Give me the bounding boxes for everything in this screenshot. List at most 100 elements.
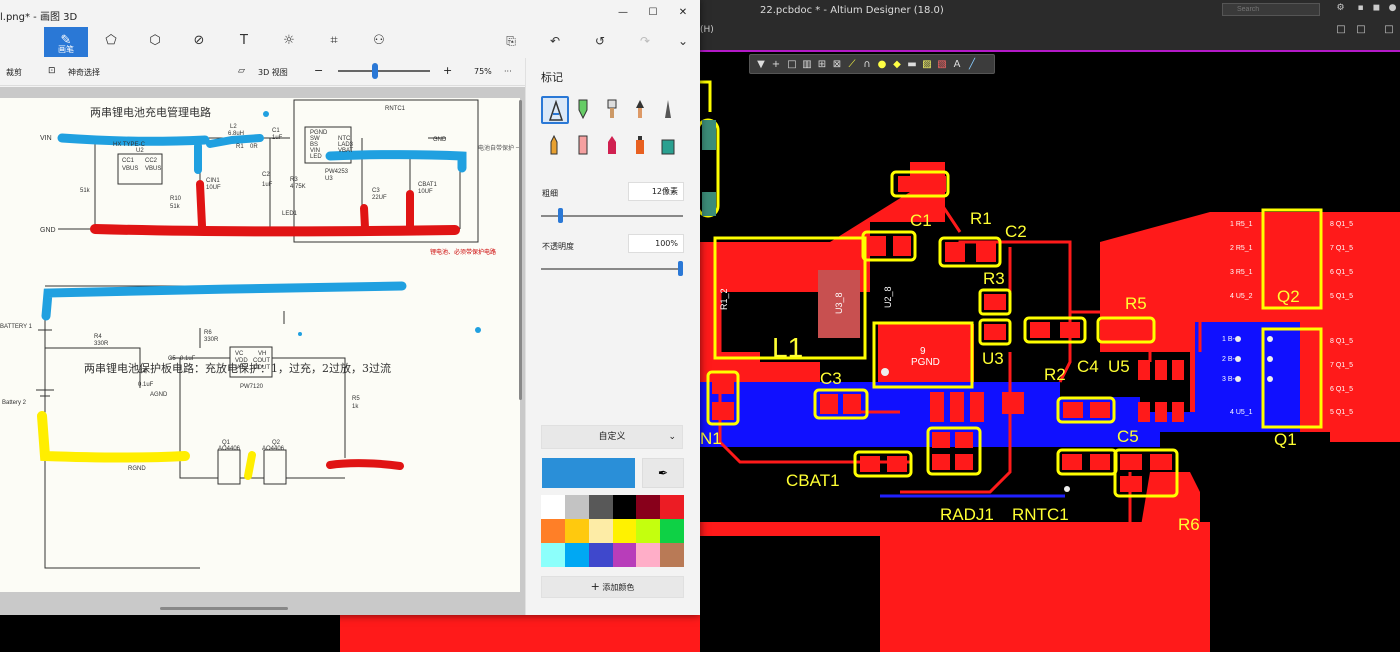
history-icon[interactable]: ↺ [591,32,609,50]
zoom-level: 75% [474,67,492,76]
color-palette [541,495,684,567]
palette-swatch[interactable] [588,519,613,543]
maximize-button[interactable]: ☐ [646,6,660,20]
palette-swatch[interactable] [636,519,661,543]
opacity-label: 不透明度 [542,242,574,251]
notification-icon[interactable]: ◼ [1372,4,1381,13]
palette-swatch[interactable] [564,495,589,519]
palette-swatch[interactable] [660,495,684,519]
palette-swatch[interactable] [612,519,637,543]
palette-swatch[interactable] [612,543,637,567]
settings-icon[interactable]: ⚙ [1336,4,1345,13]
svg-text:U2: U2 [136,148,144,154]
thickness-input[interactable]: 12像素 [628,182,684,201]
calligraphy-pen-brush[interactable] [570,96,598,124]
effects-tool[interactable]: ☼ [267,27,311,57]
zoom-in-button[interactable]: + [443,64,452,77]
svg-text:R4: R4 [94,334,102,340]
eyedropper-icon: ✒ [657,466,669,480]
zoom-slider-thumb[interactable] [371,63,378,79]
zoom-out-button[interactable]: − [314,64,323,77]
close-button[interactable]: ✕ [676,6,690,20]
redo-icon[interactable]: ↷ [636,32,654,50]
text-tool[interactable]: T [222,27,266,57]
2d-shapes-tool[interactable]: ⬠ [89,27,133,57]
designator-l1: L1 [772,332,803,363]
label-battery1: BATTERY 1 [0,324,33,330]
3d-library-tool[interactable]: ⚇ [357,27,401,57]
calligraphy-pen-icon [578,99,588,120]
paste-icon[interactable]: ⎘ [502,32,520,50]
search-input[interactable] [1222,3,1320,16]
current-color-swatch[interactable] [542,458,635,488]
3d-shapes-tool[interactable]: ⬡ [133,27,177,57]
marker-brush[interactable] [541,96,569,124]
palette-swatch[interactable] [541,519,565,543]
minimize-button[interactable]: — [616,6,630,20]
designator-r2: R2 [1044,365,1066,384]
oil-brush[interactable] [599,96,627,124]
add-color-button[interactable]: + 添加颜色 [541,576,684,598]
window-icon[interactable]: □ [1356,25,1366,35]
crop-button[interactable]: 裁剪 [6,67,22,78]
palette-swatch[interactable] [564,543,589,567]
brushes-tool-label: 画笔 [58,45,74,54]
svg-text:1 B-: 1 B- [1222,336,1236,343]
menu-help[interactable]: (H) [700,25,714,35]
palette-swatch[interactable] [564,519,589,543]
3d-view-button[interactable]: 3D 视图 [258,67,288,78]
thickness-slider-thumb[interactable] [558,208,564,223]
pencil-brush[interactable] [541,132,569,160]
svg-text:0.1uF: 0.1uF [180,356,196,362]
zoom-slider-track[interactable] [338,70,430,72]
more-options-button[interactable]: ··· [504,67,512,76]
brushes-tool[interactable]: ✎ 画笔 [44,27,88,57]
panels-icon[interactable]: □ [1384,25,1394,35]
svg-text:C2: C2 [262,172,270,178]
magic-select-button[interactable]: 神奇选择 [68,67,100,78]
palette-swatch[interactable] [660,543,684,567]
svg-text:6 Q1_5: 6 Q1_5 [1330,269,1353,276]
paint3d-window-title: l.png* - 画图 3D [0,12,78,23]
undo-icon[interactable]: ↶ [546,32,564,50]
watercolor-brush[interactable] [627,96,655,124]
palette-swatch[interactable] [588,495,613,519]
watercolor-icon [636,100,644,118]
palette-swatch[interactable] [588,543,613,567]
crayon-brush[interactable] [599,132,627,160]
eraser-brush[interactable] [570,132,598,160]
red-stroke-gnd [90,224,460,237]
designator-r3: R3 [983,269,1005,288]
opacity-slider-track[interactable] [541,268,683,270]
canvas-tool[interactable]: ⌗ [312,27,356,57]
svg-text:PGND: PGND [911,357,940,368]
minimize-icon[interactable]: ▪ [1356,4,1365,13]
svg-text:2 B-: 2 B- [1222,356,1236,363]
palette-swatch[interactable] [636,543,661,567]
save-icon[interactable]: □ [1336,25,1346,35]
spray-can-brush[interactable] [627,132,655,160]
user-icon[interactable]: ● [1388,4,1397,13]
spray-can-icon [636,136,644,154]
pixel-pen-brush[interactable] [655,96,683,124]
color-mode-dropdown[interactable]: 自定义 ⌄ [541,425,683,449]
opacity-input[interactable]: 100% [628,234,684,253]
fill-bucket-brush[interactable] [655,132,683,160]
palette-swatch[interactable] [660,519,684,543]
palette-swatch[interactable] [541,495,565,519]
designator-u3: U3 [982,349,1004,368]
horizontal-scrollbar[interactable] [160,607,288,610]
svg-text:U3_8: U3_8 [834,292,844,314]
designator-u5: U5 [1108,357,1130,376]
schematic-image[interactable]: 两串锂电池充电管理电路 两串锂电池保护板电路：充放电保护：1，过充，2过放，3过… [0,98,520,592]
eyedropper-button[interactable]: ✒ [642,458,684,488]
stickers-tool[interactable]: ⊘ [177,27,221,57]
svg-text:1 R5_1: 1 R5_1 [1230,221,1253,228]
palette-swatch[interactable] [541,543,565,567]
opacity-slider-thumb[interactable] [678,261,683,276]
palette-swatch[interactable] [612,495,637,519]
expand-chevron-icon[interactable]: ⌄ [674,32,692,50]
palette-swatch[interactable] [636,495,661,519]
vertical-scrollbar[interactable] [519,100,522,400]
svg-text:0R: 0R [250,144,258,150]
